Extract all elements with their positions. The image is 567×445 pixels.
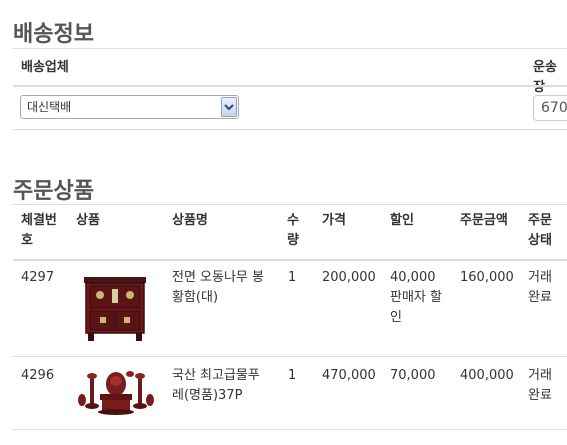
amount-cell: 400,000 — [460, 368, 514, 383]
order-no-cell: 4296 — [21, 368, 55, 383]
carrier-header: 배송업체 — [21, 60, 69, 75]
tracking-header: 운송장 — [533, 60, 557, 95]
product-name-cell[interactable]: 국산 최고급물푸레(명품)37P — [172, 366, 270, 406]
divider — [13, 48, 567, 49]
divider — [13, 429, 567, 430]
divider — [13, 356, 567, 357]
divider — [13, 85, 567, 87]
chevron-down-icon[interactable] — [221, 97, 237, 117]
status-cell: 거래완료 — [528, 270, 552, 305]
qty-cell: 1 — [288, 368, 297, 383]
tracking-number-field[interactable]: 6702 — [533, 95, 567, 121]
status-header: 주문상태 — [528, 213, 552, 248]
carrier-select-value: 대신택배 — [27, 100, 72, 114]
order-no-header: 체결번호 — [21, 213, 57, 248]
tracking-number-value: 6702 — [541, 100, 567, 116]
product-name-header: 상품명 — [172, 213, 208, 228]
amount-header: 주문금액 — [460, 213, 508, 228]
qty-cell: 1 — [288, 270, 297, 285]
divider — [13, 259, 567, 261]
price-cell: 470,000 — [322, 368, 376, 383]
wooden-cabinet-image[interactable] — [80, 271, 152, 345]
product-name-cell[interactable]: 전면 오동나무 봉황함(대) — [172, 268, 270, 308]
price-cell: 200,000 — [322, 270, 376, 285]
discount-cell: 40,000 — [390, 270, 436, 285]
discount-cell: 70,000 — [390, 368, 436, 383]
status-cell: 거래완료 — [528, 368, 552, 403]
price-header: 가격 — [322, 213, 346, 228]
ritual-vessels-image[interactable] — [78, 366, 154, 416]
discount-header: 할인 — [390, 213, 414, 228]
carrier-select[interactable]: 대신택배 — [20, 95, 239, 119]
discount-note-cell: 판매자 할인 — [390, 290, 442, 325]
divider — [13, 204, 567, 205]
divider — [13, 129, 567, 130]
order-no-cell: 4297 — [21, 270, 55, 285]
product-header: 상품 — [76, 213, 100, 228]
qty-header: 수량 — [287, 213, 299, 248]
amount-cell: 160,000 — [460, 270, 514, 285]
order-detail-page: 배송정보 배송업체 운송장 대신택배 6702 주문상품 체결번호 상품 상품명… — [0, 0, 567, 445]
orders-section-title: 주문상품 — [13, 179, 94, 204]
shipping-section-title: 배송정보 — [13, 22, 94, 47]
